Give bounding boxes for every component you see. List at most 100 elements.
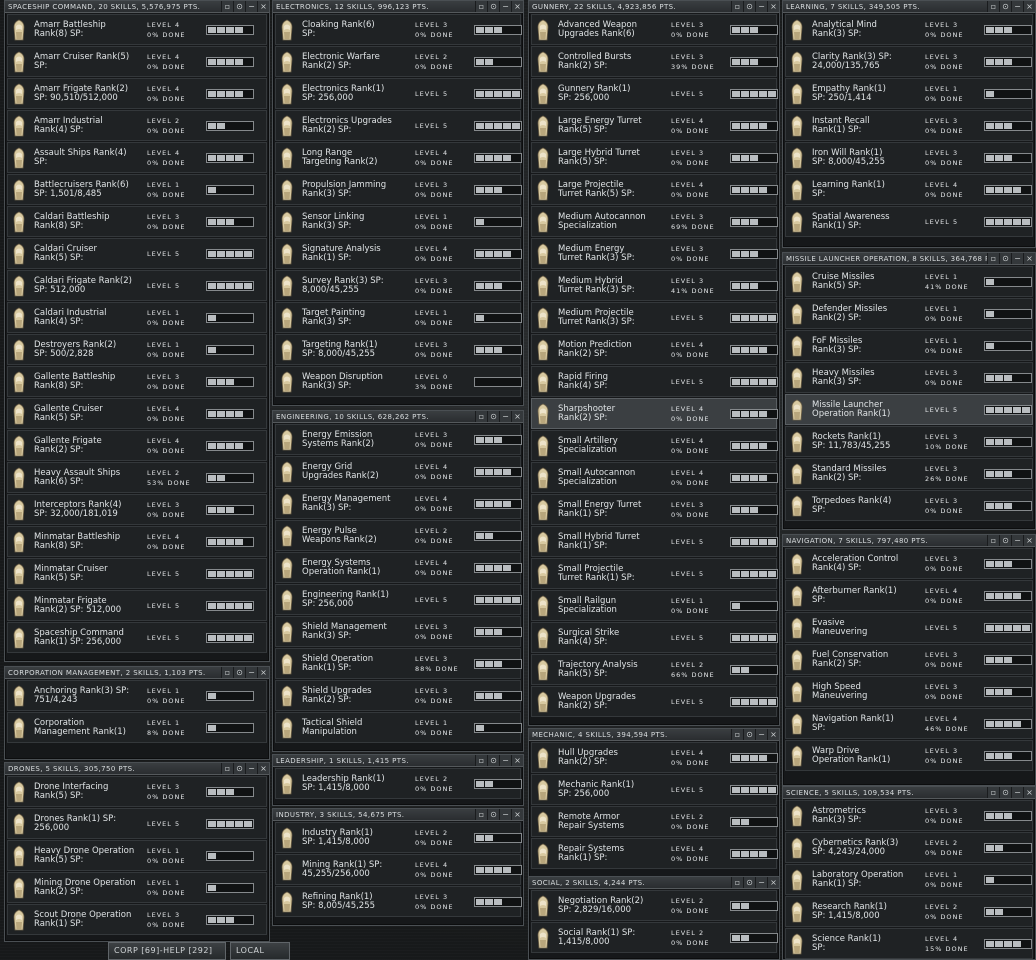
- skill-row[interactable]: Minmatar Battleship Rank(8) SP: LEVEL 4 0%…: [7, 526, 267, 557]
- skill-row[interactable]: Tactical Shield Manipulation LEVEL 1 0% DO…: [275, 712, 522, 743]
- skill-row[interactable]: Small Autocannon Specialization LEVEL 4 0%…: [531, 462, 778, 493]
- skill-row[interactable]: Spatial Awareness Rank(1) SP: LEVEL 5: [785, 206, 1033, 237]
- minimize-icon[interactable]: −: [755, 1, 767, 12]
- close-icon[interactable]: ×: [767, 729, 779, 740]
- close-icon[interactable]: ×: [511, 411, 523, 422]
- skill-row[interactable]: Torpedoes Rank(4) SP: LEVEL 3 0% DONE: [785, 490, 1033, 521]
- skill-row[interactable]: Learning Rank(1) SP: LEVEL 4 0% DONE: [785, 174, 1033, 205]
- skill-row[interactable]: Evasive Maneuvering LEVEL 5: [785, 612, 1033, 643]
- panel-header[interactable]: LEADERSHIP, 1 SKILLS, 1,415 PTS. ▫ ⊙ − ×: [273, 755, 523, 767]
- skill-row[interactable]: Clarity Rank(3) SP: 24,000/135,765 LEVEL …: [785, 46, 1033, 77]
- skill-row[interactable]: Caldari Industrial Rank(4) SP: LEVEL 1 0% …: [7, 302, 267, 333]
- pin-icon[interactable]: ▫: [221, 1, 233, 12]
- skill-row[interactable]: Target Painting Rank(3) SP: LEVEL 1 0% DON…: [275, 302, 522, 333]
- skill-row[interactable]: Advanced Weapon Upgrades Rank(6) LEVEL 30…: [531, 14, 778, 45]
- skill-row[interactable]: Medium Hybrid Turret Rank(3) SP: LEVEL 34…: [531, 270, 778, 301]
- skill-row[interactable]: Warp Drive Operation Rank(1) LEVEL 3 0% DO…: [785, 740, 1033, 771]
- skill-row[interactable]: Scout Drone Operation Rank(1) SP: LEVEL 3…: [7, 904, 267, 935]
- skill-row[interactable]: Spaceship Command Rank(1) SP: 256,000 LEV…: [7, 622, 267, 653]
- skill-row[interactable]: Medium Autocannon Specialization LEVEL 36…: [531, 206, 778, 237]
- settings-icon[interactable]: ⊙: [999, 535, 1011, 546]
- skill-row[interactable]: Industry Rank(1) SP: 1,415/8,000 LEVEL 20…: [275, 822, 522, 853]
- skill-row[interactable]: Interceptors Rank(4) SP: 32,000/181,019 L…: [7, 494, 267, 525]
- skill-row[interactable]: Propulsion Jamming Rank(3) SP: LEVEL 3 0% …: [275, 174, 522, 205]
- skill-row[interactable]: FoF Missiles Rank(3) SP: LEVEL 1 0% DONE: [785, 330, 1033, 361]
- skill-row[interactable]: Empathy Rank(1) SP: 250/1,414 LEVEL 1 0% D…: [785, 78, 1033, 109]
- skill-row[interactable]: Refining Rank(1) SP: 8,005/45,255 LEVEL 3…: [275, 886, 522, 917]
- panel-header[interactable]: LEARNING, 7 SKILLS, 349,505 PTS. ▫ ⊙ − ×: [783, 1, 1035, 13]
- skill-row[interactable]: Gallente Cruiser Rank(5) SP: LEVEL 4 0% DO…: [7, 398, 267, 429]
- pin-icon[interactable]: ▫: [221, 667, 233, 678]
- skill-row[interactable]: Anchoring Rank(3) SP: 751/4,243 LEVEL 1 0%…: [7, 680, 267, 711]
- close-icon[interactable]: ×: [257, 1, 269, 12]
- minimize-icon[interactable]: −: [245, 667, 257, 678]
- panel-header[interactable]: MECHANIC, 4 SKILLS, 394,594 PTS. ▫ ⊙ − ×: [529, 729, 779, 741]
- pin-icon[interactable]: ▫: [475, 411, 487, 422]
- skill-row[interactable]: Small Artillery Specialization LEVEL 4 0% …: [531, 430, 778, 461]
- close-icon[interactable]: ×: [511, 755, 523, 766]
- skill-row[interactable]: Hull Upgrades Rank(2) SP: LEVEL 4 0% DONE: [531, 742, 778, 773]
- panel-header[interactable]: DRONES, 5 SKILLS, 305,750 PTS. ▫ ⊙ − ×: [5, 763, 269, 775]
- skill-row[interactable]: Repair Systems Rank(1) SP: LEVEL 4 0% DONE: [531, 838, 778, 869]
- settings-icon[interactable]: ⊙: [233, 1, 245, 12]
- skill-row[interactable]: Weapon Upgrades Rank(2) SP: LEVEL 5: [531, 686, 778, 717]
- skill-row[interactable]: Engineering Rank(1) SP: 256,000 LEVEL 5: [275, 584, 522, 615]
- skill-row[interactable]: Small Projectile Turret Rank(1) SP: LEVEL…: [531, 558, 778, 589]
- skill-row[interactable]: Long Range Targeting Rank(2) LEVEL 4 0% DO…: [275, 142, 522, 173]
- skill-row[interactable]: Mining Rank(1) SP: 45,255/256,000 LEVEL 4…: [275, 854, 522, 885]
- skill-row[interactable]: Mechanic Rank(1) SP: 256,000 LEVEL 5: [531, 774, 778, 805]
- minimize-icon[interactable]: −: [499, 755, 511, 766]
- skill-row[interactable]: Mining Drone Operation Rank(2) SP: LEVEL …: [7, 872, 267, 903]
- close-icon[interactable]: ×: [257, 667, 269, 678]
- skill-row[interactable]: Energy Pulse Weapons Rank(2) LEVEL 2 0% DO…: [275, 520, 522, 551]
- skill-row[interactable]: Large Hybrid Turret Rank(5) SP: LEVEL 3 0%…: [531, 142, 778, 173]
- skill-row[interactable]: Drones Rank(1) SP: 256,000 LEVEL 5: [7, 808, 267, 839]
- close-icon[interactable]: ×: [511, 809, 523, 820]
- panel-header[interactable]: SCIENCE, 5 SKILLS, 109,534 PTS. ▫ ⊙ − ×: [783, 787, 1035, 799]
- close-icon[interactable]: ×: [1023, 535, 1035, 546]
- panel-spaceship[interactable]: SPACESHIP COMMAND, 20 SKILLS, 5,576,975 …: [4, 0, 270, 662]
- settings-icon[interactable]: ⊙: [487, 411, 499, 422]
- settings-icon[interactable]: ⊙: [999, 1, 1011, 12]
- close-icon[interactable]: ×: [1023, 787, 1035, 798]
- minimize-icon[interactable]: −: [245, 1, 257, 12]
- panel-corpmgmt[interactable]: CORPORATION MANAGEMENT, 2 SKILLS, 1,103 …: [4, 666, 270, 760]
- skill-row[interactable]: Amarr Industrial Rank(4) SP: LEVEL 2 0% DO…: [7, 110, 267, 141]
- pin-icon[interactable]: ▫: [987, 1, 999, 12]
- settings-icon[interactable]: ⊙: [487, 809, 499, 820]
- close-icon[interactable]: ×: [1023, 1, 1035, 12]
- skill-row[interactable]: Electronic Warfare Rank(2) SP: LEVEL 2 0% …: [275, 46, 522, 77]
- skill-row[interactable]: Caldari Frigate Rank(2) SP: 512,000 LEVEL…: [7, 270, 267, 301]
- skill-row[interactable]: Amarr Frigate Rank(2) SP: 90,510/512,000…: [7, 78, 267, 109]
- skill-row[interactable]: Caldari Cruiser Rank(5) SP: LEVEL 5: [7, 238, 267, 269]
- skill-row[interactable]: Navigation Rank(1) SP: LEVEL 4 46% DONE: [785, 708, 1033, 739]
- skill-row[interactable]: Trajectory Analysis Rank(5) SP: LEVEL 2 66…: [531, 654, 778, 685]
- skill-row[interactable]: Social Rank(1) SP: 1,415/8,000 LEVEL 2 0% …: [531, 922, 778, 953]
- skill-row[interactable]: Battlecruisers Rank(6) SP: 1,501/8,485 LE…: [7, 174, 267, 205]
- skill-row[interactable]: Survey Rank(3) SP: 8,000/45,255 LEVEL 3 0%…: [275, 270, 522, 301]
- minimize-icon[interactable]: −: [499, 411, 511, 422]
- local-chat-tab[interactable]: LOCAL [10]: [230, 942, 290, 960]
- skill-row[interactable]: Motion Prediction Rank(2) SP: LEVEL 4 0% D…: [531, 334, 778, 365]
- settings-icon[interactable]: ⊙: [743, 729, 755, 740]
- panel-header[interactable]: MISSILE LAUNCHER OPERATION, 8 SKILLS, 36…: [783, 253, 1035, 265]
- panel-header[interactable]: ELECTRONICS, 12 SKILLS, 996,123 PTS. ▫ ⊙ − ×: [273, 1, 523, 13]
- close-icon[interactable]: ×: [511, 1, 523, 12]
- skill-row[interactable]: Science Rank(1) SP: LEVEL 4 15% DONE: [785, 928, 1033, 959]
- skill-row[interactable]: Amarr Cruiser Rank(5) SP: LEVEL 4 0% DONE: [7, 46, 267, 77]
- settings-icon[interactable]: ⊙: [743, 1, 755, 12]
- skill-row[interactable]: Rapid Firing Rank(4) SP: LEVEL 5: [531, 366, 778, 397]
- pin-icon[interactable]: ▫: [475, 755, 487, 766]
- skill-row[interactable]: Targeting Rank(1) SP: 8,000/45,255 LEVEL …: [275, 334, 522, 365]
- skill-row[interactable]: Weapon Disruption Rank(3) SP: LEVEL 0 3% D…: [275, 366, 522, 397]
- panel-header[interactable]: SOCIAL, 2 SKILLS, 4,244 PTS. ▫ ⊙ − ×: [529, 877, 779, 889]
- settings-icon[interactable]: ⊙: [999, 787, 1011, 798]
- minimize-icon[interactable]: −: [1011, 1, 1023, 12]
- skill-row[interactable]: Cloaking Rank(6) SP: LEVEL 3 0% DONE: [275, 14, 522, 45]
- skill-row[interactable]: Medium Projectile Turret Rank(3) SP: LEVE…: [531, 302, 778, 333]
- skill-row[interactable]: Medium Energy Turret Rank(3) SP: LEVEL 30…: [531, 238, 778, 269]
- skill-row[interactable]: Leadership Rank(1) SP: 1,415/8,000 LEVEL …: [275, 768, 522, 799]
- settings-icon[interactable]: ⊙: [999, 253, 1011, 264]
- minimize-icon[interactable]: −: [1011, 253, 1023, 264]
- skill-row[interactable]: Controlled Bursts Rank(2) SP: LEVEL 3 39% …: [531, 46, 778, 77]
